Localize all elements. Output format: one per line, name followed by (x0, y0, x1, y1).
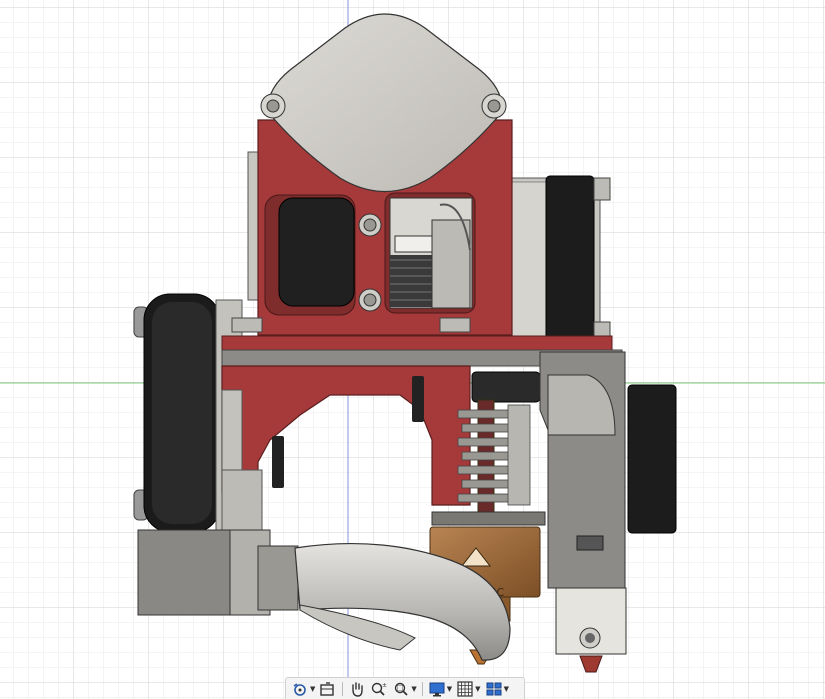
chevron-down-icon[interactable]: ▼ (310, 685, 315, 693)
orbit-icon (293, 682, 306, 696)
pan-icon (352, 681, 364, 697)
chevron-down-icon[interactable]: ▼ (504, 685, 509, 693)
toolbar-divider (421, 681, 423, 696)
display-settings-icon (429, 682, 445, 696)
fit-icon (395, 682, 409, 696)
display-settings-button[interactable]: ▼ (427, 679, 453, 699)
chevron-down-icon[interactable]: ▼ (447, 685, 452, 693)
look-at-icon (320, 681, 335, 696)
grid-settings-icon (457, 680, 473, 697)
3d-viewport[interactable]: 350°C (0, 0, 825, 699)
grid-settings-button[interactable]: ▼ (455, 679, 481, 699)
orbit-button[interactable]: ▼ (290, 679, 316, 699)
zoom-icon: ± (372, 682, 387, 696)
chevron-down-icon[interactable]: ▼ (411, 685, 416, 693)
zoom-button[interactable]: ± (369, 679, 389, 699)
toolbar-divider (342, 681, 344, 696)
viewports-icon (486, 682, 502, 695)
right-fan-housing (507, 175, 611, 349)
svg-text:±: ± (382, 682, 387, 689)
viewports-button[interactable]: ▼ (484, 679, 510, 699)
navigation-toolbar: ▼ ± ▼ ▼ ▼ ▼ (285, 677, 525, 699)
fit-button[interactable]: ▼ (391, 679, 417, 699)
chevron-down-icon[interactable]: ▼ (475, 685, 480, 693)
pan-button[interactable] (347, 679, 367, 699)
look-at-button[interactable] (318, 679, 338, 699)
